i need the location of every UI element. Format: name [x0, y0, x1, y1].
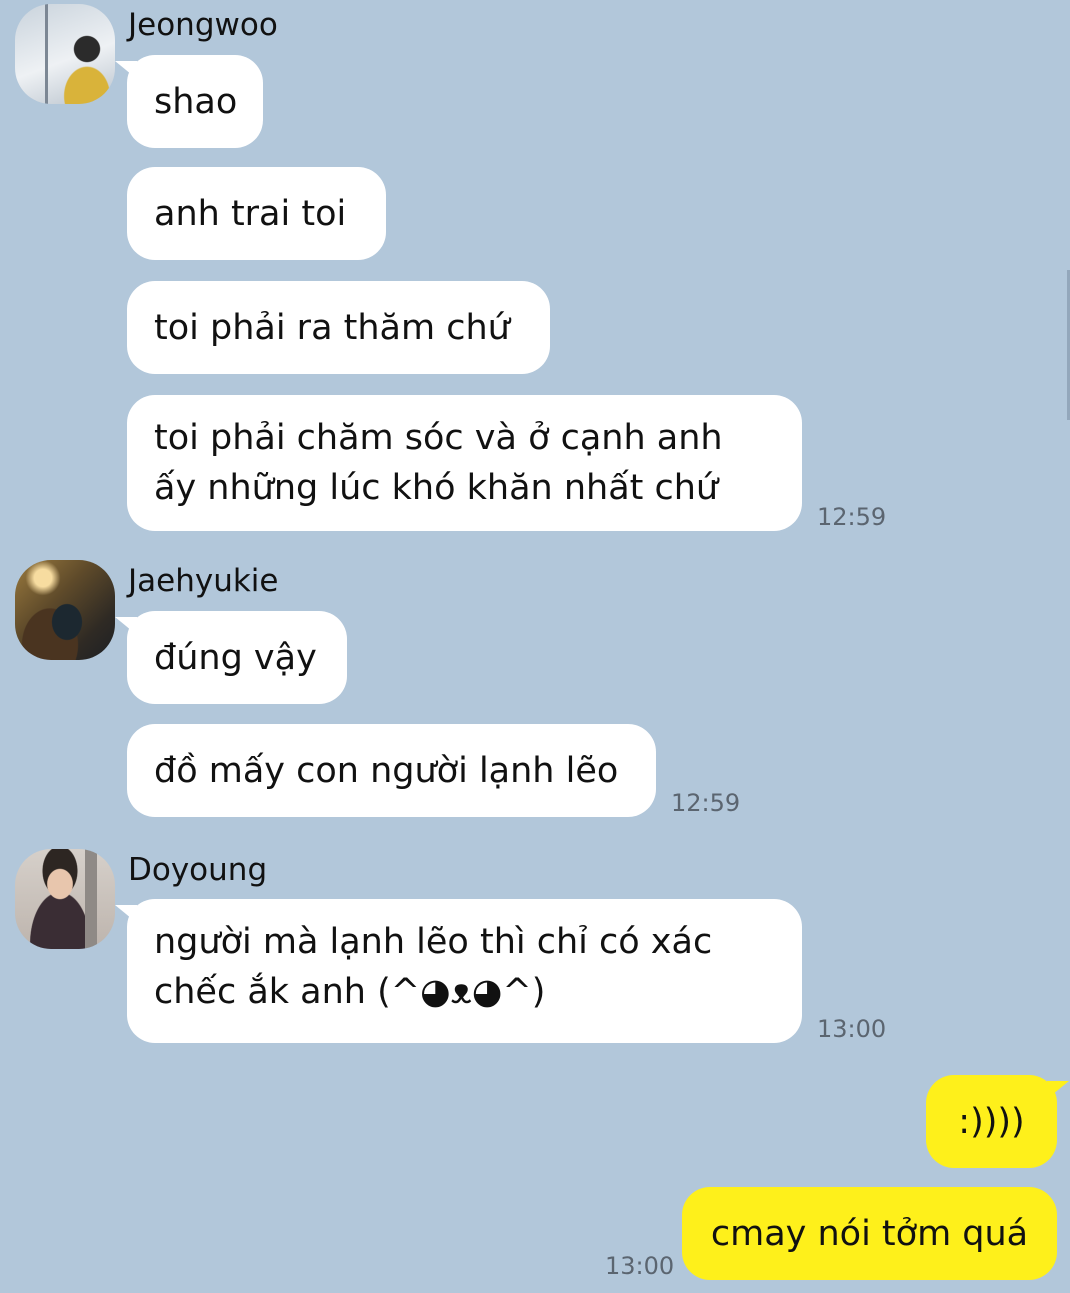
message-text: đúng vậy	[154, 637, 317, 678]
message-text: người mà lạnh lẽo thì chỉ có xác chếc ắk…	[154, 922, 713, 1012]
message-timestamp: 12:59	[817, 503, 887, 531]
my-message-bubble[interactable]: :))))	[926, 1075, 1069, 1168]
message-bubble[interactable]: shao	[115, 55, 263, 148]
sender-name: Jeongwoo	[128, 7, 278, 43]
avatar-jaehyukie[interactable]	[15, 560, 115, 660]
message-timestamp: 13:00	[817, 1015, 887, 1043]
avatar-doyoung[interactable]	[15, 849, 115, 949]
avatar-jeongwoo[interactable]	[15, 4, 115, 104]
message-text: shao	[154, 81, 238, 122]
message-text: anh trai toi	[154, 193, 347, 234]
message-text: :))))	[958, 1101, 1025, 1142]
sender-name: Doyoung	[128, 852, 268, 888]
message-text: cmay nói tởm quá	[710, 1213, 1029, 1254]
message-bubble[interactable]: đồ mấy con người lạnh lẽo	[127, 724, 656, 817]
message-bubble[interactable]: người mà lạnh lẽo thì chỉ có xác chếc ắk…	[115, 899, 802, 1043]
message-bubble[interactable]: toi phải chăm sóc và ở cạnh anh ấy những…	[127, 395, 802, 531]
message-bubble[interactable]: toi phải ra thăm chứ	[127, 281, 550, 374]
message-text: toi phải chăm sóc và ở cạnh anh ấy những…	[154, 418, 723, 508]
message-text: đồ mấy con người lạnh lẽo	[154, 750, 619, 791]
message-bubble[interactable]: đúng vậy	[115, 611, 347, 704]
my-message-bubble[interactable]: cmay nói tởm quá	[682, 1187, 1057, 1280]
message-timestamp: 13:00	[605, 1252, 675, 1280]
message-bubble[interactable]: anh trai toi	[127, 167, 386, 260]
message-text: toi phải ra thăm chứ	[154, 307, 510, 348]
message-timestamp: 12:59	[671, 789, 741, 817]
sender-name: Jaehyukie	[128, 563, 279, 599]
